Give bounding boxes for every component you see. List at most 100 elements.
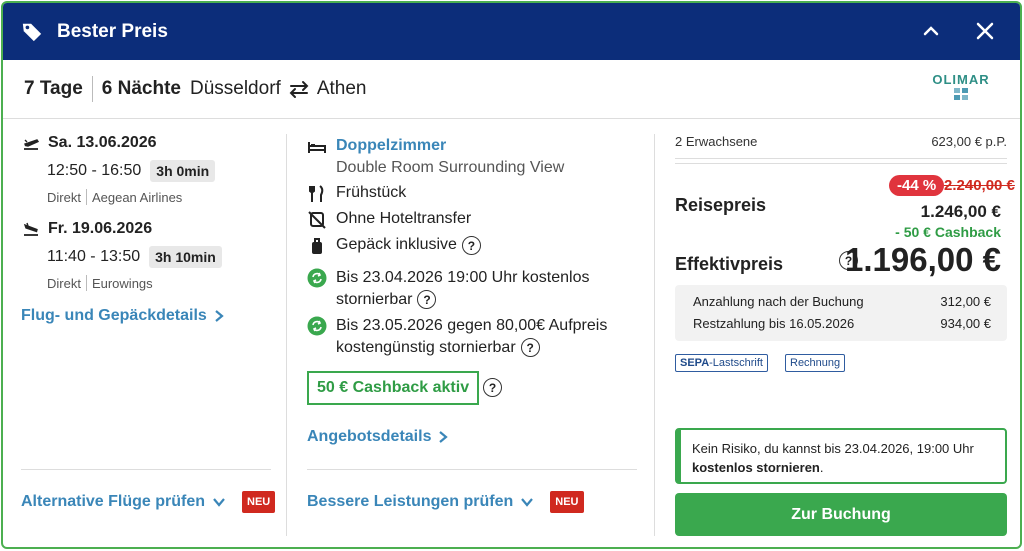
luggage-row: Gepäck inklusive ? xyxy=(307,236,481,256)
alternative-flights-label: Alternative Flüge prüfen xyxy=(21,493,206,510)
help-icon[interactable]: ? xyxy=(417,290,437,310)
chevron-up-icon[interactable] xyxy=(919,19,943,43)
help-icon[interactable]: ? xyxy=(520,338,540,358)
divider xyxy=(675,163,1007,164)
outbound-type: Direkt xyxy=(47,189,81,205)
cancellation-icon xyxy=(307,316,327,336)
price-tag-icon xyxy=(22,23,42,41)
discount-badge: -44 % xyxy=(889,175,945,196)
divider xyxy=(3,118,1020,119)
cancel1-line1: Bis 23.04.2026 19:00 Uhr kostenlos xyxy=(336,269,590,286)
payment-method-sepa: SEPA-Lastschrift xyxy=(675,354,768,372)
room-row: Doppelzimmer Double Room Surrounding Vie… xyxy=(307,137,564,177)
deposit-value: 312,00 € xyxy=(940,294,991,309)
header-title: Bester Preis xyxy=(57,20,168,42)
chevron-right-icon xyxy=(439,431,449,443)
sepa-bold: SEPA xyxy=(680,357,710,369)
paid-cancellation-row: Bis 23.05.2026 gegen 80,00€ Aufpreis kos… xyxy=(307,315,607,359)
no-bus-icon xyxy=(308,211,326,229)
flight-details-label: Flug- und Gepäckdetails xyxy=(21,307,207,324)
chevron-down-icon xyxy=(521,498,534,507)
better-services-link[interactable]: Bessere Leistungen prüfen NEU xyxy=(307,491,584,513)
trip-summary: 7 Tage 6 Nächte Düsseldorf Athen xyxy=(24,75,366,103)
traveller-price-row: 2 Erwachsene 623,00 € p.P. xyxy=(675,134,1007,149)
board-text: Frühstück xyxy=(336,184,407,201)
payment-schedule: Anzahlung nach der Buchung 312,00 € Rest… xyxy=(675,285,1007,341)
traveller-count: 2 Erwachsene xyxy=(675,134,758,149)
travel-price-value: 1.246,00 € xyxy=(920,202,1001,221)
travel-price-label: Reisepreis xyxy=(675,195,767,215)
logo-mark-icon xyxy=(954,88,968,100)
offer-header: Bester Preis xyxy=(3,3,1020,60)
effective-price-value: 1.196,00 € xyxy=(845,241,1001,278)
outbound-times: 12:50 - 16:50 xyxy=(47,162,142,179)
cashback-deduction: - 50 € Cashback xyxy=(895,224,1001,240)
divider xyxy=(91,76,93,102)
cancel2-line2: kostengünstig stornierbar xyxy=(336,339,516,356)
transfer-text: Ohne Hoteltransfer xyxy=(336,210,472,227)
new-badge: NEU xyxy=(242,491,276,513)
column-divider xyxy=(654,134,655,536)
swap-arrows-icon xyxy=(289,81,309,98)
deposit-label: Anzahlung nach der Buchung xyxy=(693,294,864,309)
book-button[interactable]: Zur Buchung xyxy=(675,493,1007,536)
alternative-flights-link[interactable]: Alternative Flüge prüfen NEU xyxy=(21,491,276,513)
destination-city: Athen xyxy=(316,78,367,99)
outbound-flight: Sa. 13.06.2026 12:50 - 16:50 3h 0min Dir… xyxy=(23,134,216,205)
cashback-badge[interactable]: 50 € Cashback aktiv xyxy=(307,371,480,405)
better-services-label: Bessere Leistungen prüfen xyxy=(307,493,514,510)
return-airline: Eurowings xyxy=(91,275,153,291)
return-type: Direkt xyxy=(47,275,81,291)
outbound-date: Sa. 13.06.2026 xyxy=(48,134,157,151)
balance-label: Restzahlung bis 16.05.2026 xyxy=(693,316,855,331)
close-icon[interactable] xyxy=(973,19,997,43)
bed-icon xyxy=(308,142,326,153)
plane-departure-icon xyxy=(24,139,39,150)
divider xyxy=(21,469,271,470)
tour-operator-logo: OLIMAR xyxy=(929,72,993,100)
help-icon[interactable]: ? xyxy=(461,236,481,255)
room-subtitle: Double Room Surrounding View xyxy=(336,159,565,176)
return-duration: 3h 10min xyxy=(149,246,222,268)
notice-text: Kein Risiko, du kannst bis 23.04.2026, 1… xyxy=(692,441,974,456)
plane-arrival-icon xyxy=(23,222,38,236)
offer-details-link[interactable]: Angebotsdetails xyxy=(307,428,449,446)
sepa-rest: -Lastschrift xyxy=(709,357,763,369)
help-icon[interactable]: ? xyxy=(483,378,502,397)
notice-end: . xyxy=(819,460,824,475)
chevron-down-icon xyxy=(213,498,225,507)
offer-card: Bester Preis 7 Tage 6 Nächte Düsseldorf … xyxy=(1,1,1022,549)
tour-operator-name: OLIMAR xyxy=(932,72,990,87)
cancellation-icon xyxy=(307,268,327,288)
return-date: Fr. 19.06.2026 xyxy=(48,220,153,237)
cancel1-line2: stornierbar xyxy=(336,291,413,308)
original-price: 2.240,00 € xyxy=(944,177,1015,194)
luggage-icon xyxy=(312,238,322,254)
balance-value: 934,00 € xyxy=(940,316,991,331)
effective-price-label: Effektivpreis xyxy=(675,254,784,274)
payment-method-invoice: Rechnung xyxy=(785,354,846,372)
offer-details-label: Angebotsdetails xyxy=(307,428,432,445)
cutlery-icon xyxy=(309,185,324,202)
divider xyxy=(307,469,637,470)
flight-details-link[interactable]: Flug- und Gepäckdetails xyxy=(21,307,224,325)
board-row: Frühstück xyxy=(307,184,406,204)
new-badge: NEU xyxy=(550,491,584,513)
luggage-text: Gepäck inklusive xyxy=(336,236,457,253)
divider xyxy=(675,158,1007,159)
trip-nights: 6 Nächte xyxy=(101,78,181,99)
chevron-right-icon xyxy=(215,310,224,322)
free-cancellation-row: Bis 23.04.2026 19:00 Uhr kostenlos storn… xyxy=(307,267,590,311)
notice-bold: kostenlos stornieren xyxy=(692,460,820,475)
column-divider xyxy=(286,134,287,536)
origin-city: Düsseldorf xyxy=(189,78,281,99)
trip-days: 7 Tage xyxy=(24,78,83,99)
room-title[interactable]: Doppelzimmer xyxy=(336,137,564,155)
return-times: 11:40 - 13:50 xyxy=(47,248,141,265)
outbound-airline: Aegean Airlines xyxy=(91,189,183,205)
return-flight: Fr. 19.06.2026 11:40 - 13:50 3h 10min Di… xyxy=(23,220,222,291)
cancel2-line1: Bis 23.05.2026 gegen 80,00€ Aufpreis xyxy=(336,317,608,334)
transfer-row: Ohne Hoteltransfer xyxy=(307,210,471,230)
divider xyxy=(85,275,87,291)
price-per-person: 623,00 € p.P. xyxy=(931,134,1007,149)
